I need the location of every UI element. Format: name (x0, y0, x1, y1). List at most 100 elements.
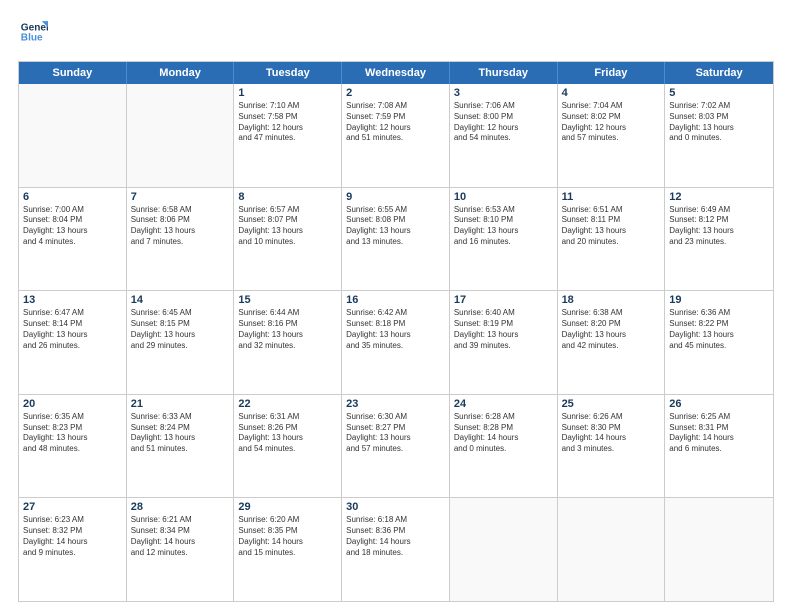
cell-info: Sunrise: 6:33 AMSunset: 8:24 PMDaylight:… (131, 412, 230, 455)
table-row: 13 Sunrise: 6:47 AMSunset: 8:14 PMDayligh… (19, 291, 127, 394)
cell-info: Sunrise: 6:45 AMSunset: 8:15 PMDaylight:… (131, 308, 230, 351)
day-number: 6 (23, 191, 122, 203)
cell-info: Sunrise: 6:38 AMSunset: 8:20 PMDaylight:… (562, 308, 661, 351)
table-row (558, 498, 666, 601)
table-row: 20 Sunrise: 6:35 AMSunset: 8:23 PMDayligh… (19, 395, 127, 498)
table-row: 11 Sunrise: 6:51 AMSunset: 8:11 PMDayligh… (558, 188, 666, 291)
cell-info: Sunrise: 6:31 AMSunset: 8:26 PMDaylight:… (238, 412, 337, 455)
cell-info: Sunrise: 6:35 AMSunset: 8:23 PMDaylight:… (23, 412, 122, 455)
day-number: 29 (238, 501, 337, 513)
day-number: 3 (454, 87, 553, 99)
table-row: 8 Sunrise: 6:57 AMSunset: 8:07 PMDaylight… (234, 188, 342, 291)
table-row (450, 498, 558, 601)
table-row: 18 Sunrise: 6:38 AMSunset: 8:20 PMDayligh… (558, 291, 666, 394)
cell-info: Sunrise: 6:23 AMSunset: 8:32 PMDaylight:… (23, 515, 122, 558)
day-number: 18 (562, 294, 661, 306)
cell-info: Sunrise: 6:40 AMSunset: 8:19 PMDaylight:… (454, 308, 553, 351)
logo: General Blue (18, 18, 48, 51)
table-row: 14 Sunrise: 6:45 AMSunset: 8:15 PMDayligh… (127, 291, 235, 394)
cell-info: Sunrise: 6:18 AMSunset: 8:36 PMDaylight:… (346, 515, 445, 558)
header-day-wednesday: Wednesday (342, 62, 450, 84)
cell-info: Sunrise: 6:51 AMSunset: 8:11 PMDaylight:… (562, 205, 661, 248)
table-row: 2 Sunrise: 7:08 AMSunset: 7:59 PMDaylight… (342, 84, 450, 187)
day-number: 5 (669, 87, 769, 99)
table-row: 25Sunrise: 6:26 AMSunset: 8:30 PMDayligh… (558, 395, 666, 498)
day-number: 22 (238, 398, 337, 410)
header: General Blue (18, 18, 774, 51)
table-row: 9 Sunrise: 6:55 AMSunset: 8:08 PMDaylight… (342, 188, 450, 291)
table-row: 12 Sunrise: 6:49 AMSunset: 8:12 PMDayligh… (665, 188, 773, 291)
week-row-1: 1Sunrise: 7:10 AMSunset: 7:58 PMDaylight… (19, 84, 773, 187)
table-row (19, 84, 127, 187)
table-row: 24 Sunrise: 6:28 AMSunset: 8:28 PMDayligh… (450, 395, 558, 498)
day-number: 4 (562, 87, 661, 99)
week-row-4: 20 Sunrise: 6:35 AMSunset: 8:23 PMDayligh… (19, 394, 773, 498)
table-row: 16 Sunrise: 6:42 AMSunset: 8:18 PMDayligh… (342, 291, 450, 394)
header-day-thursday: Thursday (450, 62, 558, 84)
cell-info: Sunrise: 6:28 AMSunset: 8:28 PMDaylight:… (454, 412, 553, 455)
cell-info: Sunrise: 6:55 AMSunset: 8:08 PMDaylight:… (346, 205, 445, 248)
calendar-header: SundayMondayTuesdayWednesdayThursdayFrid… (19, 62, 773, 84)
cell-info: Sunrise: 6:47 AMSunset: 8:14 PMDaylight:… (23, 308, 122, 351)
day-number: 19 (669, 294, 769, 306)
table-row: 3 Sunrise: 7:06 AMSunset: 8:00 PMDaylight… (450, 84, 558, 187)
day-number: 2 (346, 87, 445, 99)
day-number: 27 (23, 501, 122, 513)
cell-info: Sunrise: 6:44 AMSunset: 8:16 PMDaylight:… (238, 308, 337, 351)
day-number: 7 (131, 191, 230, 203)
cell-info: Sunrise: 6:57 AMSunset: 8:07 PMDaylight:… (238, 205, 337, 248)
week-row-5: 27 Sunrise: 6:23 AMSunset: 8:32 PMDayligh… (19, 497, 773, 601)
day-number: 20 (23, 398, 122, 410)
cell-info: Sunrise: 6:49 AMSunset: 8:12 PMDaylight:… (669, 205, 769, 248)
table-row: 26Sunrise: 6:25 AMSunset: 8:31 PMDayligh… (665, 395, 773, 498)
day-number: 23 (346, 398, 445, 410)
page: General Blue SundayMondayTuesdayWednesda… (0, 0, 792, 612)
week-row-3: 13 Sunrise: 6:47 AMSunset: 8:14 PMDayligh… (19, 290, 773, 394)
day-number: 13 (23, 294, 122, 306)
calendar-body: 1Sunrise: 7:10 AMSunset: 7:58 PMDaylight… (19, 84, 773, 601)
day-number: 25 (562, 398, 661, 410)
header-day-monday: Monday (127, 62, 235, 84)
header-day-sunday: Sunday (19, 62, 127, 84)
logo-icon: General Blue (20, 18, 48, 46)
day-number: 11 (562, 191, 661, 203)
calendar: SundayMondayTuesdayWednesdayThursdayFrid… (18, 61, 774, 602)
table-row: 23 Sunrise: 6:30 AMSunset: 8:27 PMDayligh… (342, 395, 450, 498)
table-row: 10Sunrise: 6:53 AMSunset: 8:10 PMDayligh… (450, 188, 558, 291)
header-day-tuesday: Tuesday (234, 62, 342, 84)
table-row (127, 84, 235, 187)
table-row: 19 Sunrise: 6:36 AMSunset: 8:22 PMDayligh… (665, 291, 773, 394)
day-number: 15 (238, 294, 337, 306)
day-number: 14 (131, 294, 230, 306)
table-row: 22 Sunrise: 6:31 AMSunset: 8:26 PMDayligh… (234, 395, 342, 498)
svg-text:Blue: Blue (21, 33, 43, 44)
cell-info: Sunrise: 7:08 AMSunset: 7:59 PMDaylight:… (346, 101, 445, 144)
cell-info: Sunrise: 6:36 AMSunset: 8:22 PMDaylight:… (669, 308, 769, 351)
table-row: 4Sunrise: 7:04 AMSunset: 8:02 PMDaylight… (558, 84, 666, 187)
table-row: 28Sunrise: 6:21 AMSunset: 8:34 PMDayligh… (127, 498, 235, 601)
day-number: 9 (346, 191, 445, 203)
day-number: 21 (131, 398, 230, 410)
day-number: 16 (346, 294, 445, 306)
table-row: 27 Sunrise: 6:23 AMSunset: 8:32 PMDayligh… (19, 498, 127, 601)
table-row: 6 Sunrise: 7:00 AMSunset: 8:04 PMDaylight… (19, 188, 127, 291)
cell-info: Sunrise: 7:02 AMSunset: 8:03 PMDaylight:… (669, 101, 769, 144)
day-number: 1 (238, 87, 337, 99)
table-row: 17Sunrise: 6:40 AMSunset: 8:19 PMDayligh… (450, 291, 558, 394)
day-number: 8 (238, 191, 337, 203)
table-row (665, 498, 773, 601)
table-row: 15 Sunrise: 6:44 AMSunset: 8:16 PMDayligh… (234, 291, 342, 394)
cell-info: Sunrise: 6:20 AMSunset: 8:35 PMDaylight:… (238, 515, 337, 558)
cell-info: Sunrise: 6:21 AMSunset: 8:34 PMDaylight:… (131, 515, 230, 558)
cell-info: Sunrise: 6:30 AMSunset: 8:27 PMDaylight:… (346, 412, 445, 455)
day-number: 12 (669, 191, 769, 203)
cell-info: Sunrise: 7:06 AMSunset: 8:00 PMDaylight:… (454, 101, 553, 144)
day-number: 30 (346, 501, 445, 513)
day-number: 24 (454, 398, 553, 410)
week-row-2: 6 Sunrise: 7:00 AMSunset: 8:04 PMDaylight… (19, 187, 773, 291)
header-day-friday: Friday (558, 62, 666, 84)
cell-info: Sunrise: 6:42 AMSunset: 8:18 PMDaylight:… (346, 308, 445, 351)
table-row: 21 Sunrise: 6:33 AMSunset: 8:24 PMDayligh… (127, 395, 235, 498)
table-row: 5 Sunrise: 7:02 AMSunset: 8:03 PMDaylight… (665, 84, 773, 187)
cell-info: Sunrise: 7:00 AMSunset: 8:04 PMDaylight:… (23, 205, 122, 248)
